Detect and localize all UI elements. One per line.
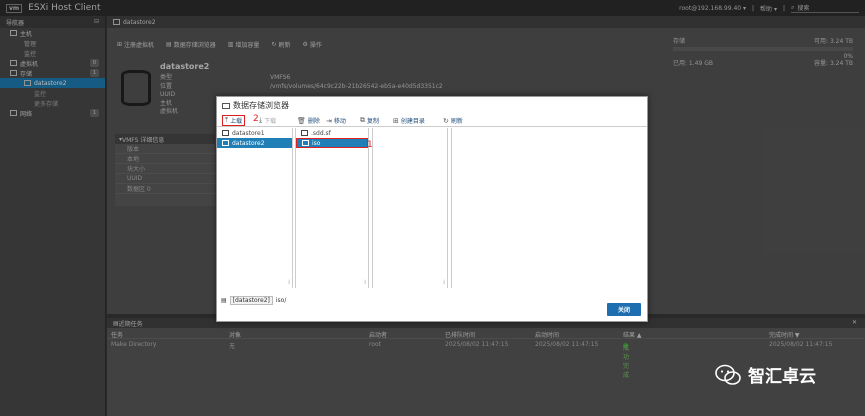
button-label: 上载 [230,118,243,125]
file-list-column: ⁞ [372,128,448,288]
list-item-datastore1[interactable]: datastore1 [217,128,292,138]
wechat-logo-icon [715,364,741,385]
wechat-watermark: 智汇卓云 [714,362,816,387]
path-bar: ▤ [datastore2] iso/ [221,296,286,305]
list-item-iso[interactable]: iso [296,138,368,148]
item-label: .sdd.sf [311,129,331,137]
button-label: 刷新 [450,118,463,125]
upload-button[interactable]: ⤒ 上载 [222,115,246,126]
dialog-title-bar: 数据存储浏览器 [217,97,647,114]
button-label: 复制 [367,118,380,125]
list-item-datastore2[interactable]: datastore2 [217,138,292,148]
folder-icon [222,102,230,109]
close-button[interactable]: 关闭 [607,303,641,316]
move-button[interactable]: ⇥ 移动 [326,116,346,126]
download-icon: ⤓ [259,116,263,124]
delete-button[interactable]: 🗑 删除 [297,116,320,126]
move-icon: ⇥ [326,116,332,125]
button-label: 创建目录 [400,118,425,125]
new-folder-icon: ⊞ [393,116,399,125]
dialog-title: 数据存储浏览器 [233,101,289,110]
button-label: 删除 [307,118,320,125]
item-label: datastore2 [232,139,265,147]
create-directory-button[interactable]: ⊞ 创建目录 [393,116,425,126]
item-label: datastore1 [232,129,265,137]
button-label: 下载 [264,118,277,125]
list-item-sdd-sf[interactable]: .sdd.sf [296,128,368,138]
refresh-icon: ↻ [443,116,449,125]
datastore-icon: ▤ [221,297,227,304]
copy-button[interactable]: ⧉ 复制 [360,116,379,125]
trash-icon: 🗑 [297,116,306,125]
refresh-button[interactable]: ↻ 刷新 [443,116,463,126]
resize-handle[interactable]: ⁞ [443,279,445,286]
folder-icon [301,130,308,136]
download-button[interactable]: ⤓ 下载 [259,116,276,125]
step-marker-2: 2 [253,114,259,124]
resize-handle[interactable]: ⁞ [364,279,366,286]
copy-icon: ⧉ [360,116,365,124]
dialog-toolbar: ⤒ 上载 2 ⤓ 下载 🗑 删除 ⇥ 移动 ⧉ 复制 ⊞ 创建目录 ↻ 刷新 [217,114,647,127]
file-preview-column [451,128,647,288]
path-folder: iso/ [275,297,287,304]
item-label: iso [312,139,321,147]
folder-list-column: .sdd.sf iso ⁞ [295,128,369,288]
folder-icon [302,140,309,146]
datastore-icon [222,130,229,136]
watermark-text: 智汇卓云 [748,367,816,387]
datastore-icon [222,140,229,146]
path-datastore: [datastore2] [229,296,273,305]
datastore-list-column: datastore1 datastore2 ⁞ [217,128,293,288]
datastore-browser-dialog: 数据存储浏览器 ⤒ 上载 2 ⤓ 下载 🗑 删除 ⇥ 移动 ⧉ 复制 ⊞ 创建目录 ↻ 刷新 … [216,96,648,322]
resize-handle[interactable]: ⁞ [288,279,290,286]
upload-icon: ⤒ [225,116,229,124]
button-label: 移动 [333,118,346,125]
